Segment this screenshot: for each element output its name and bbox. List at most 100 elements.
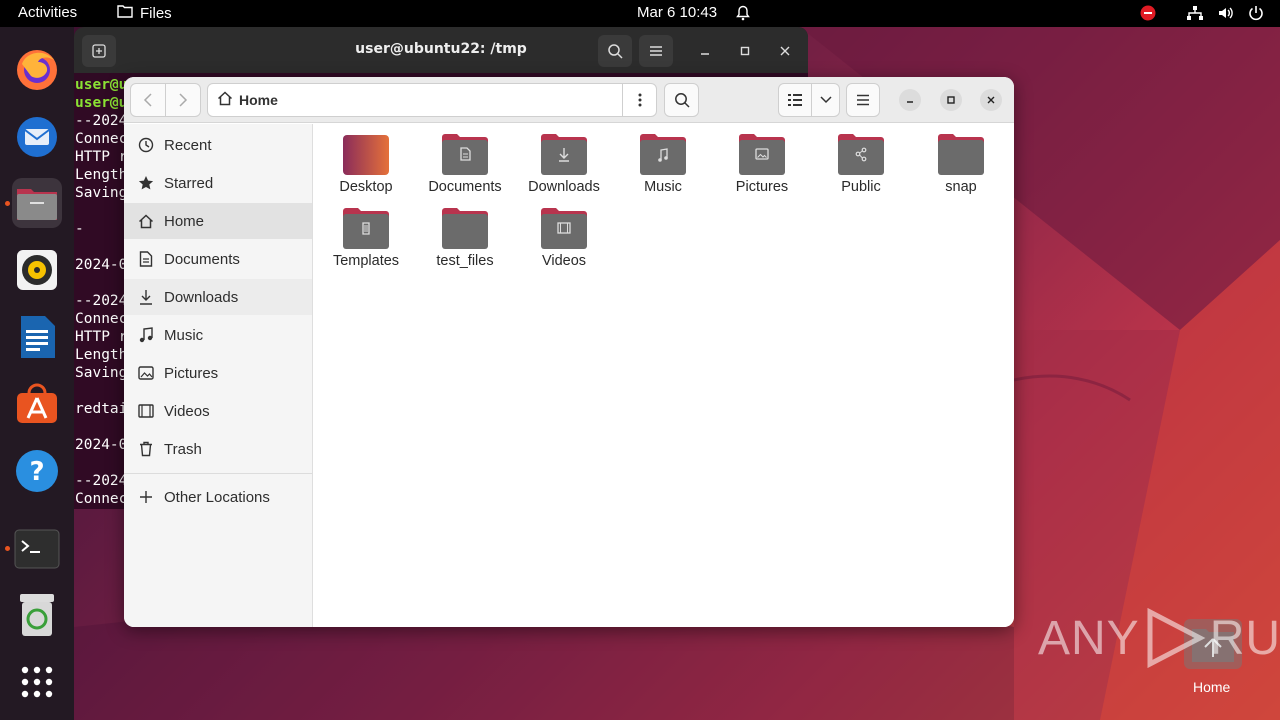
volume-icon (1218, 5, 1234, 25)
folder-label: Downloads (528, 179, 600, 195)
dock: ? (0, 27, 74, 720)
desktop-home-label: Home (1193, 679, 1231, 695)
home-icon (217, 91, 233, 109)
folder-item[interactable]: Public (813, 124, 909, 196)
trash-icon (138, 441, 154, 457)
minimize-button[interactable] (899, 89, 921, 111)
folder-icon (938, 133, 984, 175)
view-options-button[interactable] (811, 83, 840, 117)
terminal-menu-button[interactable] (639, 35, 673, 67)
document-icon (138, 251, 154, 267)
sidebar-item-other-locations[interactable]: Other Locations (124, 479, 312, 515)
files-icon[interactable] (12, 178, 62, 228)
app-center-icon[interactable] (12, 379, 62, 429)
picture-icon (138, 365, 154, 381)
search-button[interactable] (664, 83, 699, 117)
folder-label: Public (841, 179, 881, 195)
sidebar-item-videos[interactable]: Videos (124, 393, 312, 429)
sidebar-item-starred[interactable]: Starred (124, 165, 312, 201)
folder-item[interactable]: Music (615, 124, 711, 196)
home-icon (138, 213, 154, 229)
activities-button[interactable]: Activities (18, 4, 77, 21)
power-icon (1248, 5, 1264, 25)
network-icon (1186, 5, 1204, 25)
folder-item[interactable]: test_files (417, 198, 513, 270)
terminal-maximize-button[interactable] (734, 40, 756, 62)
sidebar-item-music[interactable]: Music (124, 317, 312, 353)
music-icon (138, 327, 154, 343)
sidebar-item-trash[interactable]: Trash (124, 431, 312, 467)
running-indicator (5, 201, 10, 206)
terminal-icon[interactable] (12, 524, 62, 574)
sidebar-item-downloads[interactable]: Downloads (124, 279, 312, 315)
anyrun-watermark: ANY RUN (1038, 608, 1280, 668)
folder-label: Music (644, 179, 682, 195)
folder-icon (343, 207, 389, 249)
svg-text:?: ? (29, 457, 44, 487)
libreoffice-writer-icon[interactable] (12, 312, 62, 362)
thunderbird-icon[interactable] (12, 111, 62, 161)
folder-item[interactable]: Pictures (714, 124, 810, 196)
bell-icon[interactable] (736, 5, 750, 25)
folder-icon (117, 4, 133, 22)
app-menu-label: Files (140, 4, 172, 22)
path-bar[interactable]: Home (207, 83, 657, 117)
show-apps-icon[interactable] (12, 657, 62, 707)
terminal-close-button[interactable] (774, 40, 796, 62)
system-tray[interactable] (1140, 5, 1264, 25)
breadcrumb[interactable]: Home (208, 91, 278, 109)
places-sidebar: Recent Starred Home Documents Downloads … (124, 124, 313, 627)
folder-item[interactable]: Videos (516, 198, 612, 270)
running-indicator (5, 546, 10, 551)
top-bar: Activities Files Mar 6 10:43 (0, 0, 1280, 27)
clock[interactable]: Mar 6 10:43 (637, 4, 717, 21)
folder-icon (541, 133, 587, 175)
sidebar-item-recent[interactable]: Recent (124, 127, 312, 163)
files-headerbar[interactable]: Home (124, 77, 1014, 123)
firefox-icon[interactable] (12, 44, 62, 94)
folder-icon (541, 207, 587, 249)
sidebar-item-label: Home (164, 212, 205, 230)
terminal-search-button[interactable] (598, 35, 632, 67)
folder-item[interactable]: snap (913, 124, 1009, 196)
sidebar-item-label: Documents (164, 250, 240, 268)
terminal-minimize-button[interactable] (694, 40, 716, 62)
breadcrumb-home-label: Home (239, 92, 278, 108)
sidebar-item-pictures[interactable]: Pictures (124, 355, 312, 391)
folder-label: Pictures (735, 179, 789, 195)
main-menu-button[interactable] (846, 83, 880, 117)
close-button[interactable] (980, 89, 1002, 111)
clock-icon (138, 137, 154, 153)
sidebar-item-label: Starred (164, 174, 214, 192)
folder-item[interactable]: Templates (318, 198, 414, 270)
download-icon (138, 289, 154, 305)
folder-icon (442, 133, 488, 175)
rhythmbox-icon[interactable] (12, 245, 62, 295)
back-button[interactable] (130, 83, 166, 117)
trash-icon[interactable] (12, 590, 62, 640)
view-list-button[interactable] (778, 83, 812, 117)
folder-icon (640, 133, 686, 175)
app-menu[interactable]: Files (117, 4, 172, 22)
folder-label: test_files (436, 253, 494, 269)
help-icon[interactable]: ? (12, 446, 62, 496)
folder-item[interactable]: Downloads (516, 124, 612, 196)
sidebar-item-home[interactable]: Home (124, 203, 312, 239)
terminal-titlebar[interactable]: user@ubuntu22: /tmp (74, 27, 808, 73)
folder-item[interactable]: Desktop (318, 124, 414, 196)
maximize-button[interactable] (940, 89, 962, 111)
star-icon (138, 175, 154, 191)
folder-icon (838, 133, 884, 175)
folder-icon (343, 133, 389, 175)
folder-label: Templates (332, 253, 400, 269)
folder-label: snap (945, 179, 977, 195)
folder-label: Videos (541, 253, 587, 269)
sidebar-item-label: Downloads (164, 288, 239, 306)
sidebar-item-documents[interactable]: Documents (124, 241, 312, 277)
forward-button[interactable] (165, 83, 201, 117)
folder-item[interactable]: Documents (417, 124, 513, 196)
files-window[interactable]: Home Recent Starred Home Documents Downl… (124, 77, 1014, 627)
folder-icon (442, 207, 488, 249)
folder-label: Desktop (339, 179, 393, 195)
path-menu-button[interactable] (622, 84, 656, 116)
